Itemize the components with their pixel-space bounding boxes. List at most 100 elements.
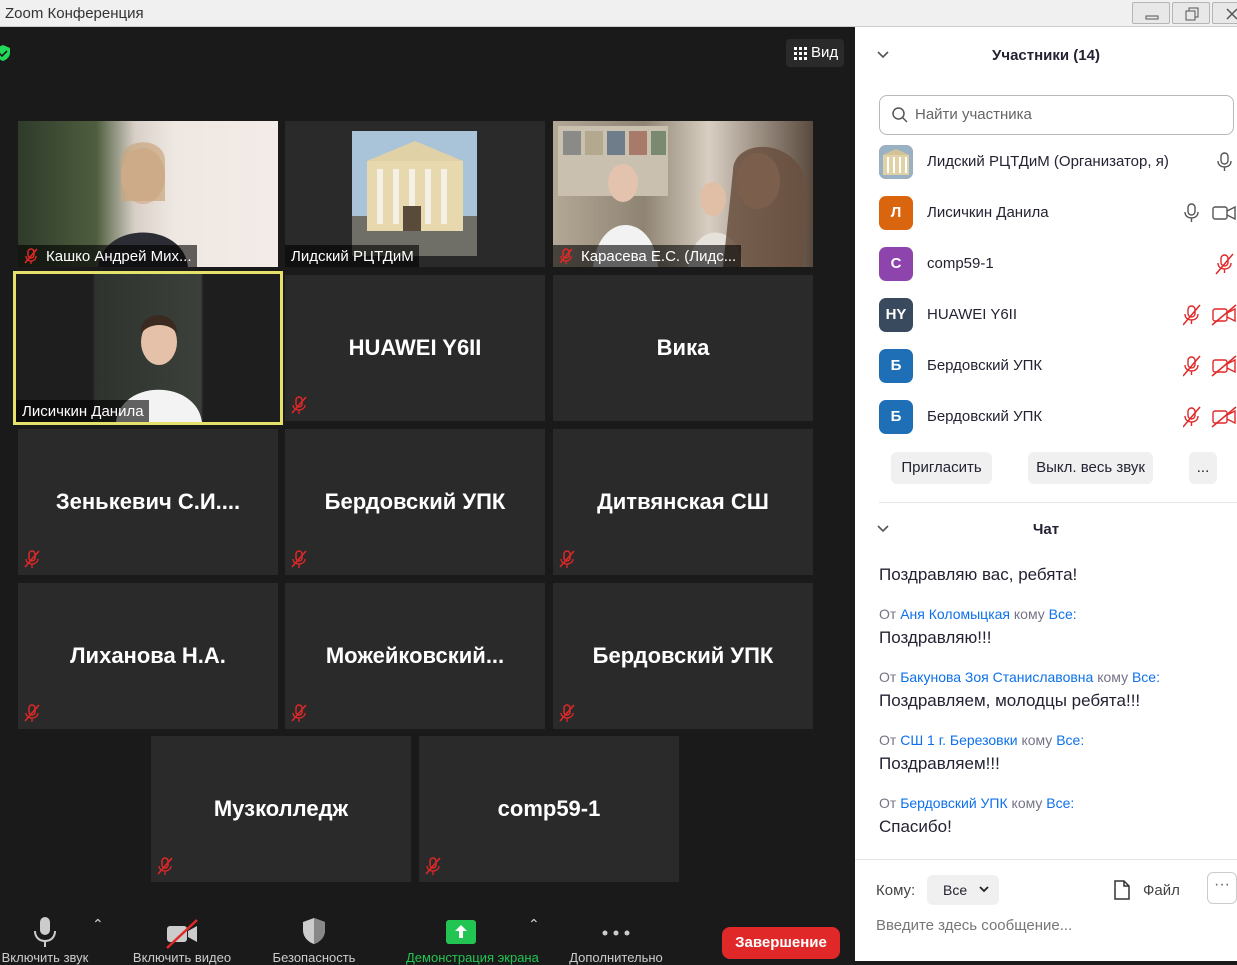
participant-name: HUAWEI Y6II bbox=[348, 335, 482, 360]
participant-name: Вика bbox=[656, 335, 710, 360]
title-bar: Zoom Конференция bbox=[0, 0, 1237, 27]
participant-name-bar: Лидский РЦТДиМ bbox=[285, 245, 419, 267]
muted-mic-icon bbox=[425, 857, 441, 875]
participant-status-icons bbox=[1213, 151, 1237, 178]
video-tile[interactable]: Можейковский... bbox=[285, 583, 545, 729]
participant-row[interactable]: Б Бердовский УПК bbox=[879, 349, 1237, 385]
video-tile[interactable]: Вика bbox=[553, 275, 813, 421]
muted-mic-icon bbox=[559, 550, 575, 568]
participant-row[interactable]: Л Лисичкин Данила bbox=[879, 196, 1237, 232]
participant-name: Можейковский... bbox=[325, 643, 505, 668]
more-label: Дополнительно bbox=[569, 950, 663, 965]
participant-name: Лисичкин Данила bbox=[22, 403, 144, 420]
video-tile[interactable]: Дитвянская СШ bbox=[553, 429, 813, 575]
chat-message-text: Поздравляю!!! bbox=[879, 628, 992, 647]
to-prefix: кому bbox=[1097, 669, 1129, 685]
sender-name[interactable]: Бакунова Зоя Станиславовна bbox=[900, 669, 1093, 685]
chat-message-header: От Бакунова Зоя Станиславовна кому Все: bbox=[879, 669, 1160, 685]
recipient-name[interactable]: Все: bbox=[1049, 606, 1077, 622]
chat-message-text: Поздравляю вас, ребята! bbox=[879, 565, 1078, 584]
participant-status-icons bbox=[1182, 406, 1237, 433]
muted-mic-and-camera-off-icon bbox=[1182, 304, 1237, 326]
video-tile[interactable]: Бердовский УПК bbox=[553, 583, 813, 729]
shield-icon bbox=[303, 918, 325, 944]
video-tile[interactable]: Зенькевич С.И.... bbox=[18, 429, 278, 575]
chat-title: Чат bbox=[1032, 521, 1060, 538]
section-divider bbox=[879, 502, 1237, 503]
view-button[interactable]: Вид bbox=[786, 39, 844, 67]
participant-status-icons bbox=[1183, 202, 1237, 229]
avatar: Б bbox=[879, 349, 913, 383]
close-button[interactable] bbox=[1212, 2, 1237, 24]
muted-mic-and-camera-off-icon bbox=[1182, 355, 1237, 377]
video-tile[interactable]: Кашко Андрей Мих... bbox=[18, 121, 278, 267]
chat-message-text: Поздравляем, молодцы ребята!!! bbox=[879, 691, 1141, 710]
chat-message-header: От Аня Коломыцкая кому Все: bbox=[879, 606, 1077, 622]
participant-name: Карасева Е.С. (Лидс... bbox=[581, 248, 737, 265]
participant-name: Бердовский УПК bbox=[324, 489, 506, 514]
audio-options-chevron-icon[interactable]: ⌃ bbox=[92, 916, 104, 933]
side-panel: Участники (14) Найти участника Лидский Р… bbox=[855, 27, 1237, 961]
sender-name[interactable]: СШ 1 г. Березовки bbox=[900, 732, 1017, 748]
recipient-name[interactable]: Все: bbox=[1046, 795, 1074, 811]
video-tile[interactable]: HUAWEI Y6II bbox=[285, 275, 545, 421]
recipient-select[interactable]: Все bbox=[927, 875, 999, 905]
participant-name: Лидский РЦТДиМ bbox=[291, 248, 414, 265]
video-tile[interactable]: comp59-1 bbox=[419, 736, 679, 882]
camera-off-icon bbox=[166, 919, 198, 949]
muted-mic-icon bbox=[24, 550, 40, 568]
microphone-icon bbox=[1217, 152, 1232, 171]
recipient-name[interactable]: Все: bbox=[1056, 732, 1084, 748]
participant-row[interactable]: HY HUAWEI Y6II bbox=[879, 298, 1237, 334]
minimize-button[interactable] bbox=[1132, 2, 1170, 24]
chat-more-button[interactable]: ··· bbox=[1207, 872, 1237, 904]
end-meeting-button[interactable]: Завершение bbox=[722, 927, 840, 959]
muted-mic-and-camera-off-icon bbox=[1182, 406, 1237, 428]
participant-name: Бердовский УПК bbox=[592, 643, 774, 668]
file-icon bbox=[1114, 880, 1130, 900]
video-tile[interactable]: Лидский РЦТДиМ bbox=[285, 121, 545, 267]
restore-button[interactable] bbox=[1172, 2, 1210, 24]
share-screen-label: Демонстрация экрана bbox=[406, 950, 539, 965]
recipient-name[interactable]: Все: bbox=[1132, 669, 1160, 685]
avatar: C bbox=[879, 247, 913, 281]
video-tile[interactable]: Музколледж bbox=[151, 736, 411, 882]
participant-name: Кашко Андрей Мих... bbox=[46, 248, 192, 265]
muted-mic-icon bbox=[291, 550, 307, 568]
participant-name-bar: Кашко Андрей Мих... bbox=[18, 245, 197, 267]
sender-name[interactable]: Аня Коломыцкая bbox=[900, 606, 1010, 622]
start-video-label: Включить видео bbox=[132, 950, 232, 965]
muted-mic-icon bbox=[1215, 253, 1234, 275]
participant-status-icons bbox=[1182, 304, 1237, 331]
muted-mic-icon bbox=[559, 248, 573, 264]
close-icon bbox=[1226, 8, 1237, 20]
from-prefix: От bbox=[879, 795, 897, 811]
participant-name: Дитвянская СШ bbox=[597, 489, 769, 514]
restore-icon bbox=[1185, 7, 1199, 21]
participant-name: Бердовский УПК bbox=[927, 408, 1043, 425]
video-tile[interactable]: Карасева Е.С. (Лидс... bbox=[553, 121, 813, 267]
encryption-shield-icon[interactable] bbox=[0, 45, 10, 61]
building-avatar-picture bbox=[879, 145, 913, 179]
share-options-chevron-icon[interactable]: ⌃ bbox=[528, 916, 540, 933]
sender-name[interactable]: Бердовский УПК bbox=[900, 795, 1007, 811]
participant-row[interactable]: Лидский РЦТДиМ (Организатор, я) bbox=[879, 145, 1237, 181]
video-tile[interactable]: Бердовский УПК bbox=[285, 429, 545, 575]
avatar: HY bbox=[879, 298, 913, 332]
muted-mic-icon bbox=[559, 704, 575, 722]
muted-mic-icon bbox=[24, 704, 40, 722]
mute-all-button[interactable]: Выкл. весь звук bbox=[1028, 452, 1153, 484]
grid-icon bbox=[794, 47, 807, 60]
chat-message-input[interactable]: Введите здесь сообщение... bbox=[876, 917, 1072, 934]
video-tile[interactable]: Лиханова Н.А. bbox=[18, 583, 278, 729]
participant-row[interactable]: C comp59-1 bbox=[879, 247, 1237, 283]
invite-button[interactable]: Пригласить bbox=[891, 452, 992, 484]
participant-search-input[interactable]: Найти участника bbox=[879, 95, 1234, 135]
from-prefix: От bbox=[879, 606, 897, 622]
participant-row[interactable]: Б Бердовский УПК bbox=[879, 400, 1237, 436]
participant-name: Лидский РЦТДиМ (Организатор, я) bbox=[927, 153, 1169, 170]
video-tile-active-speaker[interactable]: Лисичкин Данила bbox=[13, 271, 283, 425]
to-prefix: кому bbox=[1021, 732, 1053, 748]
file-button[interactable]: Файл bbox=[1113, 880, 1180, 904]
participants-more-button[interactable]: ... bbox=[1189, 452, 1217, 484]
